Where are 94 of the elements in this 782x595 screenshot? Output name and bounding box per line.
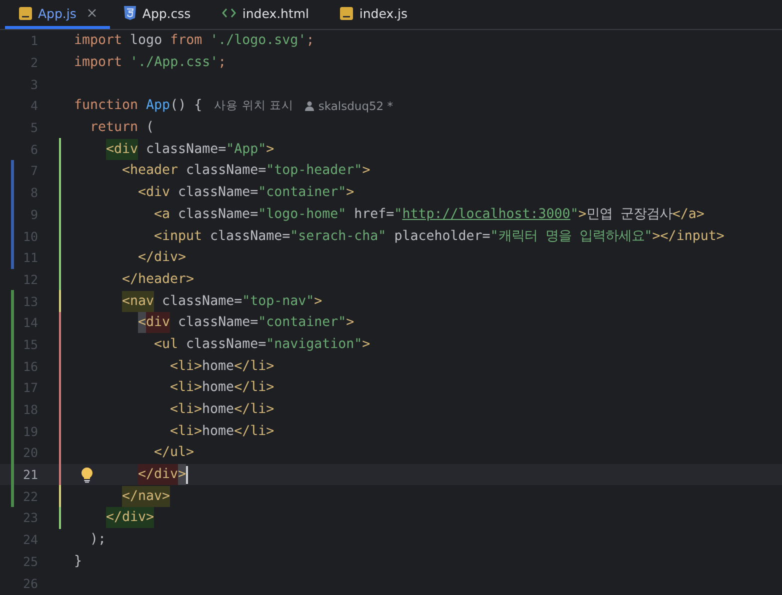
- code-token: ": [394, 206, 402, 224]
- code-token: ;: [306, 32, 314, 50]
- code-token: home: [202, 422, 234, 441]
- tab-label: index.html: [242, 6, 310, 20]
- file-tab[interactable]: index.js: [326, 0, 424, 29]
- code-token: </div>: [106, 507, 154, 528]
- code-token: ></input>: [652, 228, 724, 246]
- code-token: className=: [162, 292, 242, 311]
- text-cursor: [186, 466, 188, 484]
- code-token: >: [346, 184, 354, 202]
- code-token: className=: [178, 314, 258, 332]
- file-tab[interactable]: App.css: [110, 0, 208, 29]
- code-token: </li>: [234, 401, 274, 420]
- code-token: "top-header": [266, 162, 362, 180]
- code-token: }: [74, 552, 82, 571]
- tab-label: App.css: [142, 6, 191, 20]
- code-token: href=: [354, 206, 394, 224]
- code-token: <div: [138, 184, 170, 202]
- code-token: "App": [226, 140, 266, 159]
- code-token: <a: [154, 206, 170, 224]
- code-token: div: [146, 312, 170, 334]
- code-token: <header: [122, 162, 178, 180]
- code-token: "serach-cha": [290, 228, 386, 246]
- code-token: className=: [210, 228, 290, 246]
- code-token: ;: [218, 54, 226, 72]
- lightbulb-icon[interactable]: [81, 466, 93, 483]
- code-token: >: [578, 206, 586, 224]
- code-token: ": [570, 206, 578, 224]
- code-token: );: [90, 531, 106, 550]
- code-token: className=: [178, 184, 258, 202]
- usages-hint[interactable]: 사용 위치 표시: [214, 98, 294, 114]
- code-token: </header>: [122, 270, 194, 289]
- code-token: import: [74, 54, 122, 72]
- line-number: 21: [22, 467, 38, 482]
- code-token: <nav: [122, 290, 154, 312]
- code-token: </li>: [234, 358, 274, 376]
- code-token: <ul: [154, 336, 178, 354]
- code-token: './App.css': [130, 54, 218, 72]
- code-token: function: [74, 97, 138, 116]
- code-token: >: [178, 464, 186, 486]
- code-token: </div>: [138, 249, 186, 268]
- code-token: App: [146, 97, 170, 116]
- code-token: </nav>: [122, 486, 170, 507]
- code-token: className=: [186, 336, 266, 354]
- code-token: className=: [186, 162, 266, 180]
- code-token: <li>: [170, 401, 202, 420]
- file-tab[interactable]: App.js: [5, 0, 110, 29]
- javascript-file-icon: [340, 6, 354, 20]
- code-token: <input: [154, 228, 202, 246]
- code-token: logo: [130, 32, 164, 50]
- code-token: >: [346, 314, 354, 332]
- code-token: "container": [258, 314, 346, 332]
- code-token: >: [362, 162, 370, 180]
- code-token: 민엽 군장검사: [586, 206, 672, 224]
- code-token: <li>: [170, 422, 202, 441]
- code-token: >: [266, 140, 274, 159]
- code-token: "navigation": [266, 336, 362, 354]
- code-token: home: [202, 401, 234, 420]
- code-token: home: [202, 379, 234, 398]
- code-token: </li>: [234, 422, 274, 441]
- tab-label: App.js: [38, 6, 76, 20]
- code-token: >: [314, 292, 322, 311]
- code-token: <: [138, 312, 146, 334]
- code-token: import: [74, 32, 122, 50]
- code-token: home: [202, 358, 234, 376]
- css-file-icon: [124, 6, 136, 20]
- code-token: "top-nav": [242, 292, 314, 311]
- code-token: placeholder=: [394, 228, 490, 246]
- code-token: <li>: [170, 358, 202, 376]
- code-token: >: [362, 336, 370, 354]
- code-token: <div: [106, 138, 138, 160]
- code-token: "container": [258, 184, 346, 202]
- person-icon: [305, 100, 314, 111]
- code-token: </ul>: [154, 444, 194, 462]
- javascript-file-icon: [19, 6, 32, 20]
- code-token: () {: [170, 97, 202, 116]
- code-token: "logo-home": [258, 206, 346, 224]
- code-token: from: [170, 32, 202, 50]
- author-hint: skalsduq52 *: [318, 98, 394, 113]
- code-token: <li>: [170, 379, 202, 398]
- close-icon[interactable]: [88, 9, 96, 17]
- code-token: className=: [146, 140, 226, 159]
- code-token: </div: [138, 464, 178, 486]
- code-token: return: [90, 119, 138, 138]
- file-tab[interactable]: index.html: [208, 0, 326, 29]
- code-link[interactable]: http://localhost:3000: [402, 204, 570, 225]
- code-token: (: [146, 119, 154, 138]
- code-token: "캐릭터 명을 입력하세요": [490, 228, 652, 246]
- code-brackets-icon: [222, 8, 236, 18]
- tab-label: index.js: [359, 6, 408, 20]
- code-token: </li>: [234, 379, 274, 398]
- code-token: './logo.svg': [210, 32, 306, 50]
- code-token: </a>: [672, 206, 704, 224]
- code-token: className=: [178, 206, 258, 224]
